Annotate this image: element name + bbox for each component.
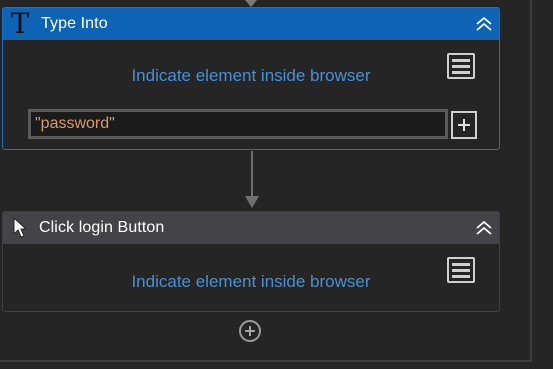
indicate-element-link[interactable]: Indicate element inside browser — [3, 66, 499, 86]
text-value-input[interactable] — [28, 109, 448, 139]
hamburger-menu-icon[interactable] — [447, 53, 475, 79]
cursor-arrow-icon — [9, 217, 31, 239]
activity-title: Click login Button — [39, 219, 165, 236]
sequence-frame-right-border — [530, 0, 532, 362]
sequence-frame-bottom-border — [0, 360, 532, 362]
activity-click-login-button[interactable]: Click login Button Indicate element insi… — [2, 211, 500, 312]
activity-header[interactable]: Click login Button — [3, 212, 499, 244]
connector-line — [251, 151, 253, 198]
plus-icon[interactable] — [451, 111, 477, 139]
add-activity-icon[interactable] — [239, 320, 261, 342]
collapse-icon[interactable] — [473, 12, 495, 36]
type-into-icon: T — [10, 7, 30, 40]
hamburger-menu-icon[interactable] — [447, 257, 475, 283]
incoming-connector-arrow — [245, 0, 257, 7]
activity-type-into[interactable]: T Type Into Indicate element inside brow… — [2, 7, 500, 150]
activity-header[interactable]: T Type Into — [3, 8, 499, 40]
workflow-designer-canvas: T Type Into Indicate element inside brow… — [0, 0, 553, 369]
collapse-icon[interactable] — [473, 216, 495, 240]
connector-arrow-head — [245, 196, 259, 208]
activity-title: Type Into — [41, 15, 108, 32]
indicate-element-link[interactable]: Indicate element inside browser — [3, 272, 499, 292]
